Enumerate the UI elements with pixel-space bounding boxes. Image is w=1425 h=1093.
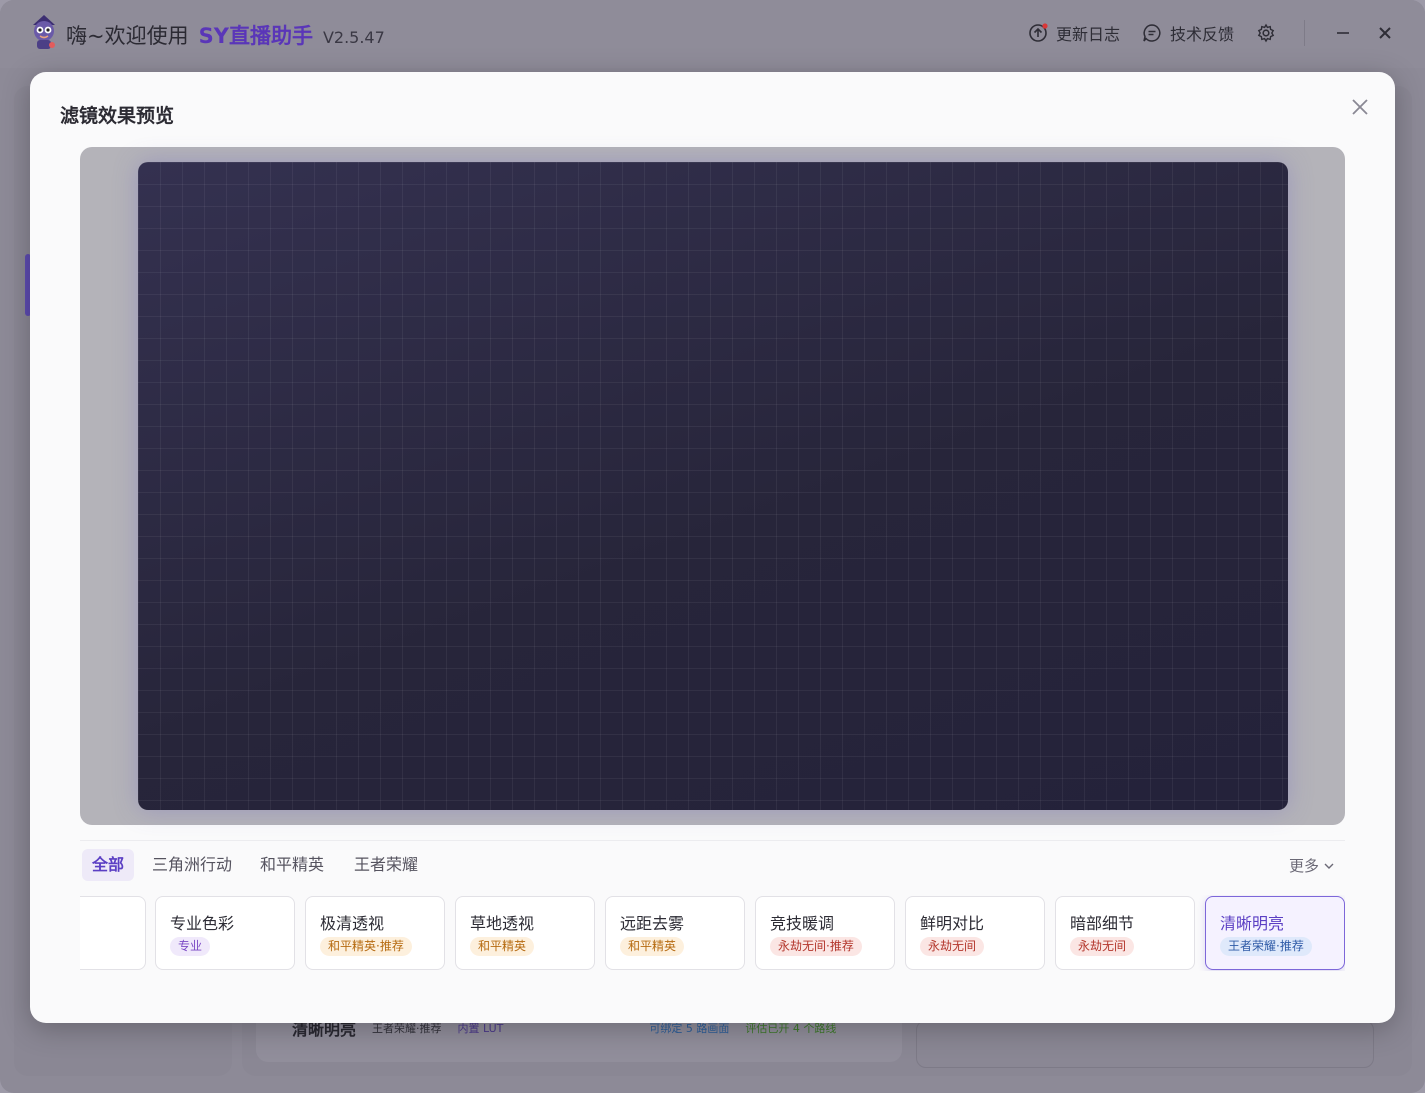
filter-tag: 永劫无间·推荐 [770,937,862,956]
preview-canvas [138,162,1288,810]
filter-card[interactable]: 专业色彩 专业 [155,896,295,970]
filter-tag: 专业 [170,937,211,956]
changelog-button[interactable]: 更新日志 [1028,21,1120,45]
filter-card-selected[interactable]: 清晰明亮 王者荣耀·推荐 [1205,896,1345,970]
filter-tag: 和平精英·推荐 [320,937,412,956]
chevron-down-icon [1324,863,1334,869]
version-label: V2.5.47 [322,28,385,47]
titlebar-actions: 更新日志 技术反馈 [1028,20,1395,46]
app-title: 嗨~欢迎使用 SY直播助手 V2.5.47 [66,20,385,50]
filter-list: 全部 专业色彩 专业 极清透视 和平精英·推荐 草地透视 和平精英 远距去雾 和… [80,895,1345,971]
greeting-text: 嗨~欢迎使用 [66,24,189,48]
filter-name: 清晰明亮 [1220,914,1285,933]
close-icon[interactable] [1348,95,1372,119]
filter-card[interactable]: 草地透视 和平精英 [455,896,595,970]
more-label: 更多 [1288,857,1319,875]
feedback-button[interactable]: 技术反馈 [1142,21,1234,45]
minimize-icon[interactable] [1333,23,1353,43]
filter-card[interactable]: 暗部细节 永劫无间 [1055,896,1195,970]
filter-card[interactable]: 竞技暖调 永劫无间·推荐 [755,896,895,970]
settings-button[interactable] [1256,23,1276,43]
app-logo-icon [33,15,55,49]
filter-card[interactable]: 极清透视 和平精英·推荐 [305,896,445,970]
gear-icon [1257,23,1275,43]
filter-name: 鲜明对比 [920,914,985,933]
filter-tag: 永劫无间 [920,937,985,956]
filter-card-all[interactable]: 全部 [80,896,146,970]
more-dropdown[interactable]: 更多 [1289,855,1335,876]
filter-tag: 王者荣耀·推荐 [1220,937,1312,956]
filter-preview-dialog: 滤镜效果预览 全部 三角洲行动 和平精英 王者荣耀 更多 全部 专业色彩 专业 … [30,72,1395,1023]
background-right-panel [916,1020,1374,1068]
preview-frame [80,147,1345,825]
tab-honor-of-kings[interactable]: 王者荣耀 [344,849,428,881]
filter-card[interactable]: 鲜明对比 永劫无间 [905,896,1045,970]
dialog-title: 滤镜效果预览 [60,105,175,127]
feedback-label: 技术反馈 [1169,25,1234,44]
filter-name: 远距去雾 [620,914,685,933]
filter-name: 暗部细节 [1070,914,1135,933]
filter-name: 极清透视 [320,914,385,933]
filter-name: 专业色彩 [170,914,235,933]
title-bar: 嗨~欢迎使用 SY直播助手 V2.5.47 更新日志 技术反馈 [0,0,1425,68]
category-tabs: 全部 三角洲行动 和平精英 王者荣耀 更多 [80,840,1345,889]
filter-tag: 永劫无间 [1070,937,1135,956]
titlebar-divider [1304,20,1305,46]
brand-name: SY直播助手 [198,24,313,48]
filter-tag: 和平精英 [470,937,535,956]
message-icon [1143,24,1161,42]
upload-circle-icon [1029,23,1048,42]
filter-tag: 和平精英 [620,937,685,956]
tab-all[interactable]: 全部 [82,849,135,881]
changelog-label: 更新日志 [1055,25,1120,44]
filter-card[interactable]: 远距去雾 和平精英 [605,896,745,970]
window-close-icon[interactable] [1375,23,1395,43]
filter-name: 草地透视 [470,914,535,933]
tab-delta-force[interactable]: 三角洲行动 [142,849,242,881]
tab-peace-elite[interactable]: 和平精英 [250,849,334,881]
filter-name: 竞技暖调 [770,914,835,933]
